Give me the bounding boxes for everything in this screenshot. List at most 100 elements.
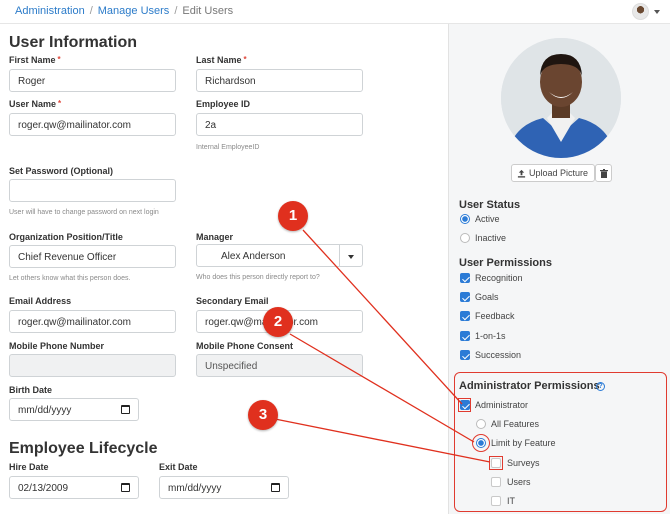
user-name-input[interactable]: roger.qw@mailinator.com bbox=[9, 113, 176, 136]
manager-help: Who does this person directly report to? bbox=[196, 274, 320, 281]
chevron-down-icon bbox=[348, 255, 354, 259]
calendar-icon[interactable] bbox=[121, 483, 130, 492]
required-marker: * bbox=[58, 99, 62, 108]
breadcrumb: Administration / Manage Users / Edit Users bbox=[15, 5, 233, 17]
breadcrumb-separator: / bbox=[174, 5, 178, 17]
upload-icon bbox=[517, 169, 526, 178]
section-title-user-information: User Information bbox=[9, 34, 138, 51]
calendar-icon[interactable] bbox=[271, 483, 280, 492]
mobile-consent-field: Unspecified bbox=[196, 354, 363, 377]
employee-id-help: Internal EmployeeID bbox=[196, 144, 260, 151]
sidebar: Upload Picture User Status Active Inacti… bbox=[448, 24, 670, 514]
permission-recognition-label[interactable]: Recognition bbox=[475, 273, 523, 283]
hire-date-label: Hire Date bbox=[9, 462, 49, 472]
feature-surveys-checkbox[interactable] bbox=[491, 458, 501, 468]
permission-goals-label[interactable]: Goals bbox=[475, 292, 499, 302]
birth-date-label: Birth Date bbox=[9, 385, 53, 395]
callout-badge-1: 1 bbox=[278, 201, 308, 231]
scope-all-features-radio[interactable] bbox=[476, 419, 486, 429]
breadcrumb-current: Edit Users bbox=[182, 5, 234, 17]
user-name-label-text: User Name bbox=[9, 99, 57, 109]
top-bar: Administration / Manage Users / Edit Users bbox=[0, 0, 670, 24]
feature-it-label[interactable]: IT bbox=[507, 496, 515, 506]
permission-feedback-label[interactable]: Feedback bbox=[475, 311, 515, 321]
user-permissions-title: User Permissions bbox=[459, 257, 552, 269]
section-title-employee-lifecycle: Employee Lifecycle bbox=[9, 440, 158, 457]
permission-recognition-checkbox[interactable] bbox=[460, 273, 470, 283]
set-password-input[interactable] bbox=[9, 179, 176, 202]
position-label: Organization Position/Title bbox=[9, 232, 123, 242]
employee-id-label: Employee ID bbox=[196, 99, 251, 109]
manager-select[interactable]: Alex Anderson bbox=[196, 244, 363, 267]
breadcrumb-separator: / bbox=[89, 5, 93, 17]
permission-1on1s-checkbox[interactable] bbox=[460, 331, 470, 341]
manager-value: Alex Anderson bbox=[221, 251, 286, 262]
admin-permissions-title: Administrator Permissions bbox=[459, 380, 600, 392]
callout-badge-2: 2 bbox=[263, 307, 293, 337]
hire-date-value: 02/13/2009 bbox=[18, 483, 69, 494]
last-name-label-text: Last Name bbox=[196, 55, 242, 65]
permission-succession-checkbox[interactable] bbox=[460, 350, 470, 360]
select-divider bbox=[339, 245, 340, 266]
mobile-phone-input bbox=[9, 354, 176, 377]
user-menu[interactable] bbox=[632, 3, 660, 21]
set-password-help: User will have to change password on nex… bbox=[9, 209, 159, 216]
email-label: Email Address bbox=[9, 296, 72, 306]
last-name-input[interactable]: Richardson bbox=[196, 69, 363, 92]
manager-label: Manager bbox=[196, 232, 234, 242]
status-active-radio[interactable] bbox=[460, 214, 470, 224]
exit-date-label: Exit Date bbox=[159, 462, 198, 472]
secondary-email-label: Secondary Email bbox=[196, 296, 269, 306]
exit-date-input[interactable]: mm/dd/yyyy bbox=[159, 476, 289, 499]
user-status-title: User Status bbox=[459, 199, 521, 211]
chevron-down-icon bbox=[654, 10, 660, 14]
required-marker: * bbox=[57, 55, 61, 64]
first-name-label-text: First Name bbox=[9, 55, 56, 65]
permission-feedback-checkbox[interactable] bbox=[460, 311, 470, 321]
status-inactive-radio[interactable] bbox=[460, 233, 470, 243]
feature-users-label[interactable]: Users bbox=[507, 477, 531, 487]
scope-limit-by-feature-radio[interactable] bbox=[476, 438, 486, 448]
birth-date-value: mm/dd/yyyy bbox=[18, 405, 72, 416]
user-name-label: User Name * bbox=[9, 99, 61, 109]
exit-date-value: mm/dd/yyyy bbox=[168, 483, 222, 494]
feature-surveys-label[interactable]: Surveys bbox=[507, 458, 540, 468]
profile-photo-image bbox=[501, 38, 621, 158]
avatar bbox=[632, 3, 649, 20]
administrator-checkbox[interactable] bbox=[460, 400, 470, 410]
permission-succession-label[interactable]: Succession bbox=[475, 350, 521, 360]
mobile-consent-label: Mobile Phone Consent bbox=[196, 341, 294, 351]
permission-1on1s-label[interactable]: 1-on-1s bbox=[475, 331, 506, 341]
hire-date-input[interactable]: 02/13/2009 bbox=[9, 476, 139, 499]
trash-icon bbox=[600, 169, 608, 178]
first-name-label: First Name * bbox=[9, 55, 61, 65]
feature-users-checkbox[interactable] bbox=[491, 477, 501, 487]
position-input[interactable]: Chief Revenue Officer bbox=[9, 245, 176, 268]
upload-picture-button[interactable]: Upload Picture bbox=[511, 164, 595, 182]
status-active-label[interactable]: Active bbox=[475, 214, 500, 224]
calendar-icon[interactable] bbox=[121, 405, 130, 414]
info-icon[interactable]: ? bbox=[596, 382, 605, 391]
breadcrumb-manage-users[interactable]: Manage Users bbox=[98, 5, 170, 17]
upload-picture-label: Upload Picture bbox=[529, 168, 589, 178]
callout-badge-3: 3 bbox=[248, 400, 278, 430]
breadcrumb-administration[interactable]: Administration bbox=[15, 5, 85, 17]
status-inactive-label[interactable]: Inactive bbox=[475, 233, 506, 243]
feature-it-checkbox[interactable] bbox=[491, 496, 501, 506]
scope-limit-by-feature-label[interactable]: Limit by Feature bbox=[491, 438, 556, 448]
set-password-label: Set Password (Optional) bbox=[9, 166, 114, 176]
position-help: Let others know what this person does. bbox=[9, 275, 131, 282]
administrator-label[interactable]: Administrator bbox=[475, 400, 528, 410]
required-marker: * bbox=[243, 55, 247, 64]
delete-picture-button[interactable] bbox=[595, 164, 612, 182]
user-form: User Information First Name * Roger Last … bbox=[0, 24, 446, 514]
email-input[interactable]: roger.qw@mailinator.com bbox=[9, 310, 176, 333]
permission-goals-checkbox[interactable] bbox=[460, 292, 470, 302]
scope-all-features-label[interactable]: All Features bbox=[491, 419, 539, 429]
first-name-input[interactable]: Roger bbox=[9, 69, 176, 92]
last-name-label: Last Name * bbox=[196, 55, 247, 65]
profile-photo bbox=[501, 38, 621, 158]
birth-date-input[interactable]: mm/dd/yyyy bbox=[9, 398, 139, 421]
employee-id-input[interactable]: 2a bbox=[196, 113, 363, 136]
mobile-phone-label: Mobile Phone Number bbox=[9, 341, 105, 351]
